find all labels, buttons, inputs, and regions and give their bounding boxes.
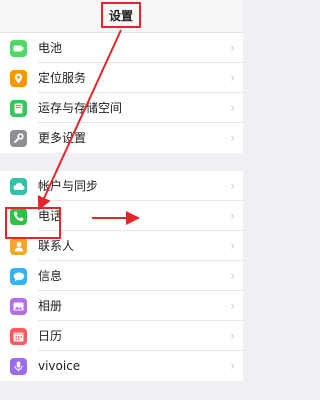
phone-icon xyxy=(10,208,27,225)
location-icon xyxy=(10,70,27,87)
chevron-right-icon: › xyxy=(230,329,235,343)
settings-item-label: 信息 xyxy=(38,269,63,283)
settings-item-vivoice[interactable]: vivoice › xyxy=(0,351,243,381)
message-icon xyxy=(10,268,27,285)
settings-item-location[interactable]: 定位服务 › xyxy=(0,63,243,93)
calendar-icon xyxy=(10,328,27,345)
contacts-icon xyxy=(10,238,27,255)
chevron-right-icon: › xyxy=(230,269,235,283)
chevron-right-icon: › xyxy=(230,41,235,55)
settings-item-label: 运存与存储空间 xyxy=(38,101,123,115)
settings-item-label: 联系人 xyxy=(38,239,75,253)
settings-item-label: vivoice xyxy=(38,359,81,373)
chevron-right-icon: › xyxy=(230,209,235,223)
storage-icon xyxy=(10,100,27,117)
chevron-right-icon: › xyxy=(230,71,235,85)
settings-item-contacts[interactable]: 联系人 › xyxy=(0,231,243,261)
settings-item-label: 相册 xyxy=(38,299,63,313)
settings-item-label: 日历 xyxy=(38,329,63,343)
settings-item-label: 更多设置 xyxy=(38,131,87,145)
cloud-sync-icon xyxy=(10,178,27,195)
chevron-right-icon: › xyxy=(230,359,235,373)
settings-group-2: 帐户与同步 › 电话 › 联系人 › 信息 › 相册 › 日历 › vivoic… xyxy=(0,171,243,381)
settings-item-phone[interactable]: 电话 › xyxy=(0,201,243,231)
mic-icon xyxy=(10,358,27,375)
album-icon xyxy=(10,298,27,315)
settings-group-1: 电池 › 定位服务 › 运存与存储空间 › 更多设置 › xyxy=(0,33,243,153)
battery-icon xyxy=(10,40,27,57)
settings-item-label: 帐户与同步 xyxy=(38,179,99,193)
chevron-right-icon: › xyxy=(230,131,235,145)
wrench-icon xyxy=(10,130,27,147)
chevron-right-icon: › xyxy=(230,101,235,115)
chevron-right-icon: › xyxy=(230,239,235,253)
chevron-right-icon: › xyxy=(230,179,235,193)
page-title: 设置 xyxy=(101,2,141,28)
settings-item-label: 电池 xyxy=(38,41,63,55)
settings-item-accounts-sync[interactable]: 帐户与同步 › xyxy=(0,171,243,201)
settings-item-label: 定位服务 xyxy=(38,71,87,85)
chevron-right-icon: › xyxy=(230,299,235,313)
settings-item-calendar[interactable]: 日历 › xyxy=(0,321,243,351)
settings-item-storage[interactable]: 运存与存储空间 › xyxy=(0,93,243,123)
settings-item-more[interactable]: 更多设置 › xyxy=(0,123,243,153)
settings-item-messages[interactable]: 信息 › xyxy=(0,261,243,291)
settings-item-battery[interactable]: 电池 › xyxy=(0,33,243,63)
header-bar: 设置 xyxy=(0,0,243,33)
settings-item-album[interactable]: 相册 › xyxy=(0,291,243,321)
settings-item-label: 电话 xyxy=(38,209,63,223)
